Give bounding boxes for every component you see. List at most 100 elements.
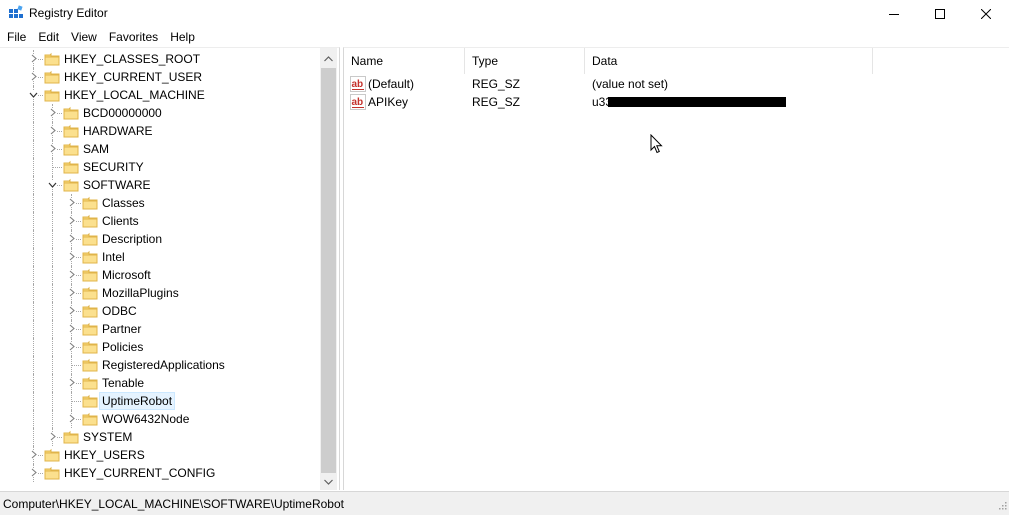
values-list[interactable]: Name Type Data ab (Default) REG_SZ (valu… bbox=[343, 47, 1009, 490]
chevron-right-icon[interactable] bbox=[67, 378, 76, 387]
tree-node[interactable]: HKEY_LOCAL_MACHINE bbox=[0, 86, 320, 104]
tree-node[interactable]: Microsoft bbox=[0, 266, 320, 284]
chevron-right-icon[interactable] bbox=[48, 432, 57, 441]
tree-node[interactable]: WOW6432Node bbox=[0, 410, 320, 428]
chevron-right-icon[interactable] bbox=[48, 144, 57, 153]
tree-node-label[interactable]: Partner bbox=[100, 321, 143, 337]
mouse-pointer-icon bbox=[650, 133, 664, 157]
chevron-right-icon[interactable] bbox=[29, 54, 38, 63]
chevron-down-icon[interactable] bbox=[29, 90, 38, 99]
column-header-type[interactable]: Type bbox=[465, 48, 585, 74]
menu-edit[interactable]: Edit bbox=[32, 27, 65, 47]
tree-node-label[interactable]: MozillaPlugins bbox=[100, 285, 181, 301]
chevron-right-icon[interactable] bbox=[29, 72, 38, 81]
chevron-right-icon[interactable] bbox=[48, 108, 57, 117]
maximize-icon bbox=[935, 8, 945, 19]
tree-node-label[interactable]: HKEY_CLASSES_ROOT bbox=[62, 51, 202, 67]
chevron-down-icon[interactable] bbox=[48, 180, 57, 189]
tree-node[interactable]: MozillaPlugins bbox=[0, 284, 320, 302]
chevron-right-icon[interactable] bbox=[29, 468, 38, 477]
tree-node-label[interactable]: BCD00000000 bbox=[81, 105, 164, 121]
string-value-icon: ab bbox=[350, 94, 366, 110]
scrollbar-thumb[interactable] bbox=[321, 68, 336, 473]
tree-node[interactable]: Clients bbox=[0, 212, 320, 230]
scroll-up-arrow-icon[interactable] bbox=[320, 50, 337, 67]
tree-guide-line bbox=[33, 122, 34, 140]
folder-icon bbox=[63, 142, 79, 156]
tree-node-label[interactable]: Policies bbox=[100, 339, 145, 355]
scroll-down-arrow-icon[interactable] bbox=[320, 473, 337, 490]
tree-node-label[interactable]: SECURITY bbox=[81, 159, 146, 175]
tree-node-label[interactable]: HKEY_LOCAL_MACHINE bbox=[62, 87, 207, 103]
tree-node-label[interactable]: UptimeRobot bbox=[98, 392, 176, 410]
menu-file[interactable]: File bbox=[1, 27, 32, 47]
tree-guide-line bbox=[33, 248, 34, 266]
folder-icon bbox=[44, 52, 60, 66]
chevron-right-icon[interactable] bbox=[29, 450, 38, 459]
column-header-data[interactable]: Data bbox=[585, 48, 873, 74]
tree-node[interactable]: HKEY_USERS bbox=[0, 446, 320, 464]
tree-node-label[interactable]: Intel bbox=[100, 249, 127, 265]
tree-node-label[interactable]: SOFTWARE bbox=[81, 177, 153, 193]
tree-node[interactable]: SECURITY bbox=[0, 158, 320, 176]
tree-node[interactable]: BCD00000000 bbox=[0, 104, 320, 122]
chevron-right-icon[interactable] bbox=[67, 324, 76, 333]
chevron-right-icon[interactable] bbox=[67, 270, 76, 279]
tree-node[interactable]: RegisteredApplications bbox=[0, 356, 320, 374]
menu-view[interactable]: View bbox=[65, 27, 103, 47]
chevron-right-icon[interactable] bbox=[67, 288, 76, 297]
tree-node[interactable]: ODBC bbox=[0, 302, 320, 320]
tree-node[interactable]: HKEY_CURRENT_USER bbox=[0, 68, 320, 86]
registry-tree[interactable]: HKEY_CLASSES_ROOT HKEY_CURRENT_USER HKEY_L… bbox=[0, 47, 340, 490]
tree-node[interactable]: SYSTEM bbox=[0, 428, 320, 446]
tree-node-label[interactable]: HKEY_CURRENT_CONFIG bbox=[62, 465, 217, 481]
chevron-right-icon[interactable] bbox=[67, 198, 76, 207]
tree-node-label[interactable]: SYSTEM bbox=[81, 429, 134, 445]
chevron-right-icon[interactable] bbox=[48, 126, 57, 135]
tree-node-label[interactable]: WOW6432Node bbox=[100, 411, 191, 427]
tree-node-label[interactable]: HARDWARE bbox=[81, 123, 155, 139]
tree-node[interactable]: Intel bbox=[0, 248, 320, 266]
tree-node[interactable]: HKEY_CLASSES_ROOT bbox=[0, 50, 320, 68]
tree-guide-line bbox=[52, 194, 53, 212]
tree-node[interactable]: UptimeRobot bbox=[0, 392, 320, 410]
chevron-right-icon[interactable] bbox=[67, 234, 76, 243]
tree-node-label[interactable]: Clients bbox=[100, 213, 141, 229]
close-button[interactable] bbox=[963, 0, 1009, 27]
tree-node-label[interactable]: Classes bbox=[100, 195, 147, 211]
chevron-right-icon[interactable] bbox=[67, 216, 76, 225]
minimize-button[interactable] bbox=[871, 0, 917, 27]
tree-node[interactable]: SAM bbox=[0, 140, 320, 158]
folder-icon bbox=[63, 160, 79, 174]
tree-guide-line bbox=[52, 284, 53, 302]
tree-node-label[interactable]: SAM bbox=[81, 141, 111, 157]
tree-node-label[interactable]: HKEY_USERS bbox=[62, 447, 147, 463]
tree-node-label[interactable]: RegisteredApplications bbox=[100, 357, 227, 373]
tree-node[interactable]: HARDWARE bbox=[0, 122, 320, 140]
tree-node-label[interactable]: HKEY_CURRENT_USER bbox=[62, 69, 204, 85]
resize-grip-icon[interactable] bbox=[997, 499, 1007, 513]
maximize-button[interactable] bbox=[917, 0, 963, 27]
tree-node[interactable]: Policies bbox=[0, 338, 320, 356]
status-bar: Computer\HKEY_LOCAL_MACHINE\SOFTWARE\Upt… bbox=[0, 491, 1009, 515]
tree-node-label[interactable]: Description bbox=[100, 231, 164, 247]
tree-node-label[interactable]: ODBC bbox=[100, 303, 139, 319]
value-row[interactable]: ab (Default) REG_SZ (value not set) bbox=[344, 75, 1004, 93]
tree-node[interactable]: Partner bbox=[0, 320, 320, 338]
column-header-name[interactable]: Name bbox=[344, 48, 465, 74]
chevron-right-icon[interactable] bbox=[67, 342, 76, 351]
menu-favorites[interactable]: Favorites bbox=[103, 27, 164, 47]
tree-vertical-scrollbar[interactable] bbox=[320, 48, 337, 490]
tree-node[interactable]: Classes bbox=[0, 194, 320, 212]
tree-node[interactable]: Description bbox=[0, 230, 320, 248]
tree-node[interactable]: Tenable bbox=[0, 374, 320, 392]
chevron-right-icon[interactable] bbox=[67, 306, 76, 315]
chevron-right-icon[interactable] bbox=[67, 414, 76, 423]
tree-node[interactable]: SOFTWARE bbox=[0, 176, 320, 194]
tree-node-label[interactable]: Microsoft bbox=[100, 267, 153, 283]
tree-node-label[interactable]: Tenable bbox=[100, 375, 146, 391]
menu-help[interactable]: Help bbox=[164, 27, 201, 47]
tree-guide-line bbox=[33, 284, 34, 302]
chevron-right-icon[interactable] bbox=[67, 252, 76, 261]
tree-node[interactable]: HKEY_CURRENT_CONFIG bbox=[0, 464, 320, 482]
